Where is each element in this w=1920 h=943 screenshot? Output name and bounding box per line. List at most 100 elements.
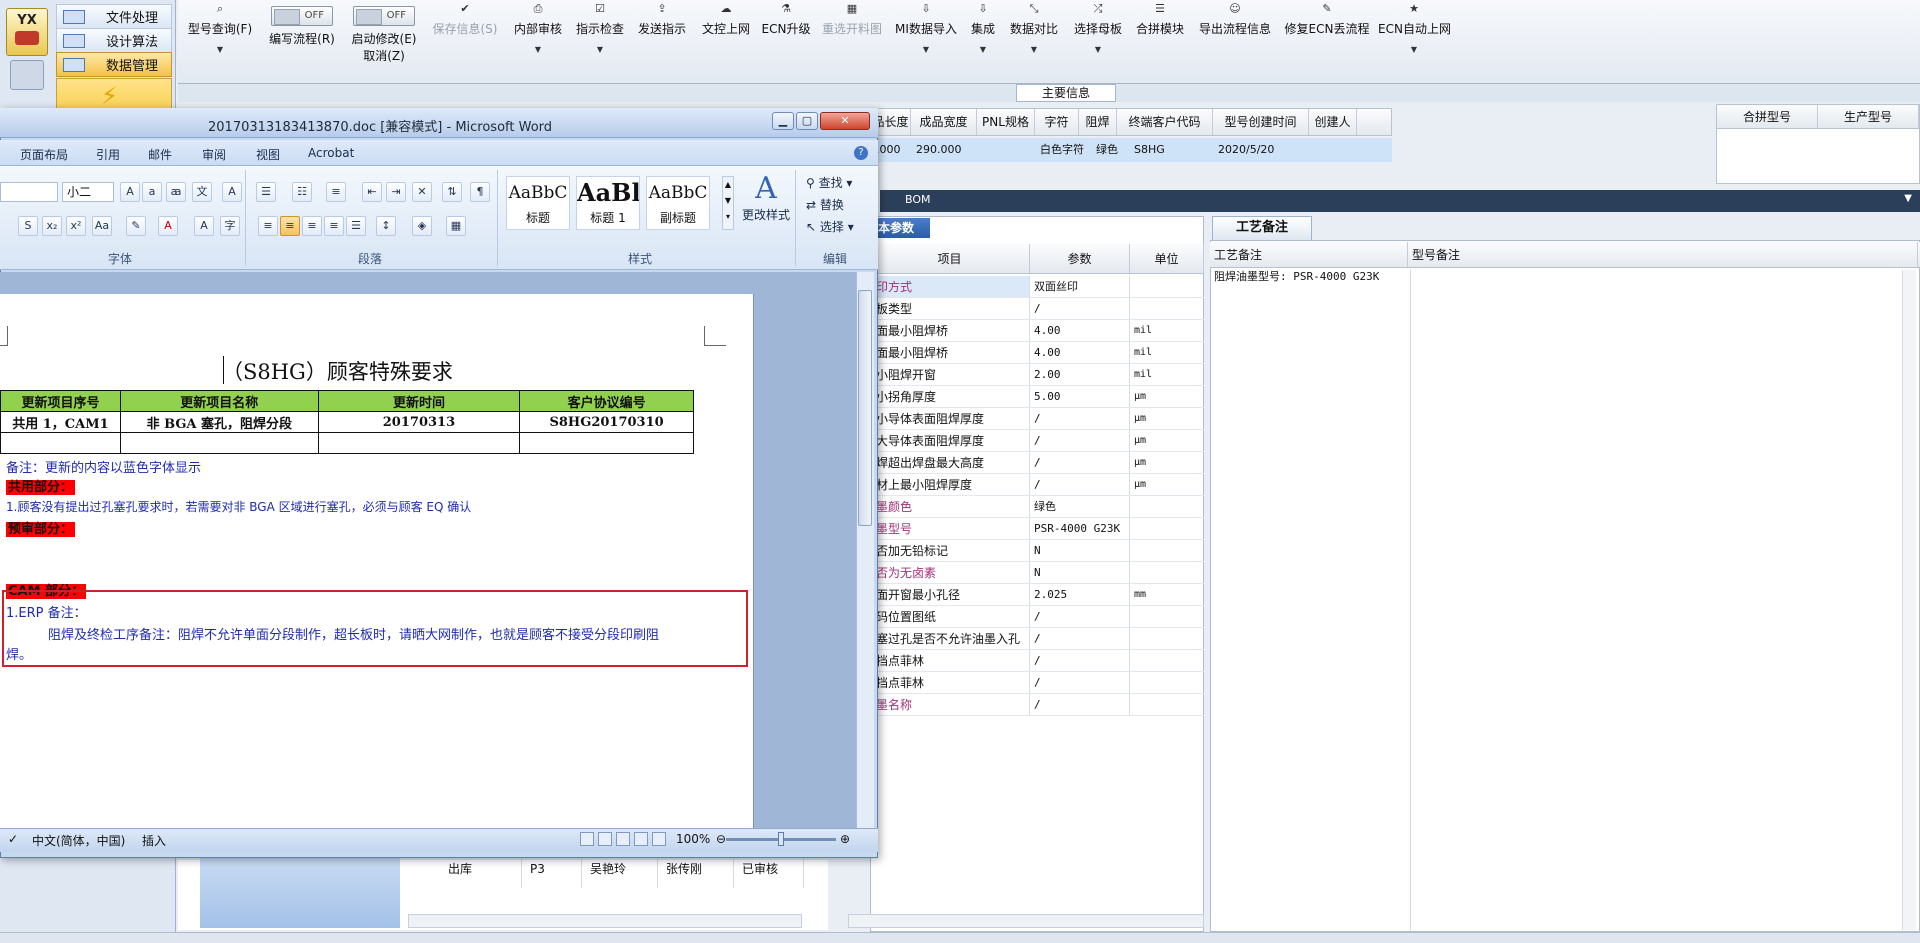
select-button[interactable]: ↖ 选择 ▾: [806, 218, 854, 235]
grid-col-header[interactable]: PNL规格: [977, 109, 1035, 135]
params-row[interactable]: 墨型号 PSR-4000 G23K: [870, 518, 1204, 540]
param-value[interactable]: N: [1030, 562, 1130, 583]
tree-row[interactable]: 出库 P3 吴艳玲 张传刚 已审核: [440, 858, 820, 888]
zoom-slider-thumb[interactable]: [778, 832, 784, 846]
nav-data-management[interactable]: 数据管理: [56, 52, 172, 77]
param-value[interactable]: /: [1030, 672, 1130, 693]
params-row[interactable]: 墨名称 /: [870, 694, 1204, 716]
params-row[interactable]: 否加无铅标记 N: [870, 540, 1204, 562]
params-row[interactable]: 小导体表面阻焊厚度 / μm: [870, 408, 1204, 430]
notes-col-process[interactable]: 工艺备注: [1210, 242, 1408, 267]
param-value[interactable]: /: [1030, 452, 1130, 473]
param-value[interactable]: /: [1030, 430, 1130, 451]
align-right-icon[interactable]: ≡: [302, 216, 322, 236]
grid-col-header[interactable]: 创建人: [1309, 109, 1357, 135]
char-border-icon[interactable]: A: [222, 182, 242, 202]
bullets-icon[interactable]: ☰: [256, 182, 276, 202]
subscript-icon[interactable]: x₂: [42, 216, 62, 236]
justify-icon[interactable]: ≡: [324, 216, 344, 236]
save-info-button[interactable]: ✔ 保存信息(S): [430, 2, 500, 66]
font-color-icon[interactable]: A: [158, 216, 178, 236]
param-value[interactable]: /: [1030, 606, 1130, 627]
zoom-in-icon[interactable]: ⊕: [840, 832, 850, 846]
change-case-icon[interactable]: Aa: [92, 216, 112, 236]
web-layout-view-icon[interactable]: [616, 832, 630, 846]
grow-font-icon[interactable]: A: [120, 182, 140, 202]
phonetic-guide-icon[interactable]: 文: [192, 182, 212, 202]
tab-mailings[interactable]: 邮件: [148, 146, 172, 163]
params-row[interactable]: 印方式 双面丝印: [870, 276, 1204, 298]
integrate-button[interactable]: ⇩ 集成 ▼: [966, 2, 1000, 66]
show-marks-icon[interactable]: ¶: [470, 182, 490, 202]
increase-indent-icon[interactable]: ⇥: [386, 182, 406, 202]
grid-col-header[interactable]: 终端客户代码: [1117, 109, 1213, 135]
insert-mode-status[interactable]: 插入: [142, 832, 166, 849]
shrink-font-icon[interactable]: a: [142, 182, 162, 202]
styles-scroll[interactable]: ▲ ▼ ▾: [722, 176, 734, 230]
chevron-down-icon[interactable]: ▼: [1904, 193, 1912, 204]
param-value[interactable]: /: [1030, 628, 1130, 649]
param-value[interactable]: 双面丝印: [1030, 276, 1130, 297]
asian-layout-icon[interactable]: ✕: [412, 182, 432, 202]
nav-design-algorithm[interactable]: 设计算法: [56, 28, 172, 53]
highlight-icon[interactable]: ✎: [126, 216, 146, 236]
borders-icon[interactable]: ▦: [446, 216, 466, 236]
params-row[interactable]: 板类型 /: [870, 298, 1204, 320]
tab-acrobat[interactable]: Acrobat: [308, 146, 354, 160]
param-value[interactable]: 2.00: [1030, 364, 1130, 385]
font-name-select[interactable]: [0, 182, 58, 202]
param-value[interactable]: /: [1030, 474, 1130, 495]
close-button[interactable]: ✕: [820, 112, 870, 130]
clear-format-icon[interactable]: ꜳ: [166, 182, 186, 202]
params-horizontal-scrollbar[interactable]: [848, 914, 1204, 928]
param-value[interactable]: 2.025: [1030, 584, 1130, 605]
params-row[interactable]: 大导体表面阻焊厚度 / μm: [870, 430, 1204, 452]
export-flow-info-button[interactable]: ☺ 导出流程信息: [1196, 2, 1274, 66]
shading-icon[interactable]: ◈: [412, 216, 432, 236]
instruction-check-button[interactable]: ☑ 指示检查 ▼: [572, 2, 628, 66]
params-col-unit[interactable]: 单位: [1130, 244, 1204, 273]
align-left-icon[interactable]: ≡: [258, 216, 278, 236]
find-button[interactable]: ⚲ 查找 ▾: [806, 174, 852, 191]
internal-review-button[interactable]: ⎙ 内部审核 ▼: [510, 2, 566, 66]
ecn-auto-online-button[interactable]: ★ ECN自动上网 ▼: [1378, 2, 1451, 66]
decrease-indent-icon[interactable]: ⇤: [362, 182, 382, 202]
numbering-icon[interactable]: ☷: [292, 182, 312, 202]
replace-button[interactable]: ⇄ 替换: [806, 196, 844, 213]
notes-vertical-scrollbar[interactable]: [1902, 270, 1916, 930]
ecn-upgrade-button[interactable]: ⚗ ECN升级: [760, 2, 812, 66]
help-icon[interactable]: ?: [854, 146, 868, 160]
zoom-out-icon[interactable]: ⊖: [716, 832, 726, 846]
tab-references[interactable]: 引用: [96, 146, 120, 163]
tab-view[interactable]: 视图: [256, 146, 280, 163]
grid-col-header[interactable]: 成品宽度: [911, 109, 977, 135]
params-row[interactable]: 面开窗最小孔径 2.025 mm: [870, 584, 1204, 606]
multilevel-list-icon[interactable]: ≡: [326, 182, 346, 202]
notes-col-model[interactable]: 型号备注: [1408, 242, 1918, 267]
params-row[interactable]: 否为无卤素 N: [870, 562, 1204, 584]
params-col-item[interactable]: 项目: [870, 244, 1030, 273]
grid-col-header[interactable]: 阻焊: [1079, 109, 1117, 135]
params-row[interactable]: 挡点菲林 /: [870, 672, 1204, 694]
param-value[interactable]: 4.00: [1030, 342, 1130, 363]
params-col-value[interactable]: 参数: [1030, 244, 1130, 273]
param-value[interactable]: /: [1030, 650, 1130, 671]
reselect-cutting-map-button[interactable]: ▦ 重选开料图: [818, 2, 886, 66]
language-status[interactable]: 中文(简体，中国): [32, 832, 125, 849]
params-row[interactable]: 焊超出焊盘最大高度 / μm: [870, 452, 1204, 474]
table-row[interactable]: .000 290.000 白色字符 绿色 S8HG 2020/5/20: [870, 138, 1392, 162]
strikethrough-icon[interactable]: S: [18, 216, 38, 236]
doc-control-online-button[interactable]: ☁ 文控上网: [696, 2, 756, 66]
zoom-level[interactable]: 100%: [676, 832, 710, 846]
grid-col-header[interactable]: 字符: [1035, 109, 1079, 135]
production-model-header[interactable]: 生产型号: [1818, 105, 1919, 128]
param-value[interactable]: 绿色: [1030, 496, 1130, 517]
param-value[interactable]: /: [1030, 298, 1130, 319]
draft-view-icon[interactable]: [652, 832, 666, 846]
param-value[interactable]: 4.00: [1030, 320, 1130, 341]
bottom-horizontal-scrollbar[interactable]: [408, 914, 802, 928]
params-row[interactable]: 面最小阻焊桥 4.00 mil: [870, 342, 1204, 364]
tools-icon[interactable]: [10, 60, 44, 90]
tab-review[interactable]: 审阅: [202, 146, 226, 163]
tab-process-notes[interactable]: 工艺备注: [1212, 216, 1312, 240]
